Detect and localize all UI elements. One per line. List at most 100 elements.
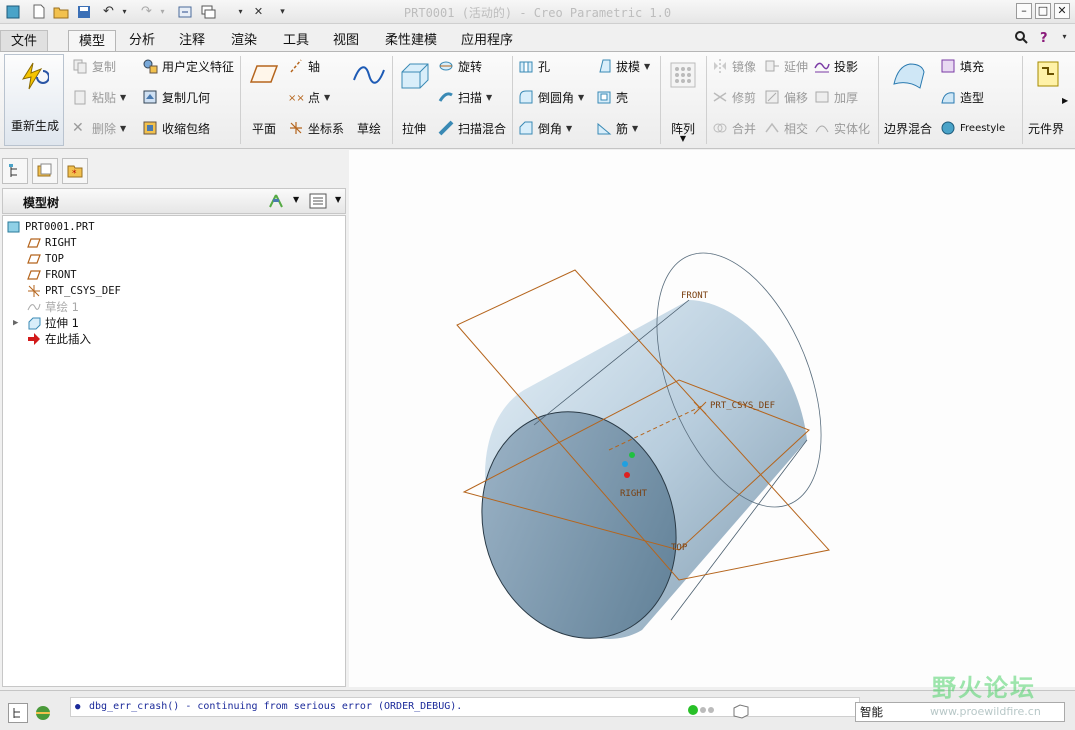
favorites-tab-icon[interactable]: * bbox=[62, 158, 88, 184]
tree-item-front[interactable]: FRONT bbox=[27, 267, 77, 283]
model-tree-title: 模型树 bbox=[23, 196, 60, 210]
offset-button[interactable]: 偏移 bbox=[764, 87, 808, 107]
creo-window: ↶ ▾ ↷ ▾ ▾ ✕ ▾ PRT0001 (活动的) - Creo Param… bbox=[0, 0, 1075, 730]
thicken-icon bbox=[814, 89, 830, 105]
shrinkwrap-button[interactable]: 收缩包络 bbox=[142, 118, 210, 138]
fill-button[interactable]: 填充 bbox=[940, 56, 984, 76]
tree-item-right[interactable]: RIGHT bbox=[27, 235, 77, 251]
hole-button[interactable]: 孔 bbox=[518, 56, 550, 76]
merge-icon bbox=[712, 120, 728, 136]
show-navigator-icon[interactable] bbox=[8, 703, 28, 723]
merge-label: 合并 bbox=[732, 121, 757, 136]
search-icon[interactable] bbox=[1012, 28, 1029, 45]
user-defined-feature-button[interactable]: 用户定义特征 bbox=[142, 56, 234, 76]
chamfer-label: 倒角 bbox=[538, 121, 563, 136]
browser-icon[interactable] bbox=[32, 703, 54, 723]
model-viewport[interactable]: FRONT PRT_CSYS_DEF RIGHT TOP bbox=[349, 150, 1075, 687]
copy-geometry-button[interactable]: 复制几何 bbox=[142, 87, 210, 107]
tab-file[interactable]: 文件 bbox=[0, 30, 48, 52]
sketch-button[interactable]: 草绘 bbox=[350, 56, 388, 144]
style-button[interactable]: 造型 bbox=[940, 87, 984, 107]
component-interface-button[interactable]: 元件界 bbox=[1026, 56, 1066, 144]
ribbon-scroll-right-icon[interactable]: ▶ bbox=[1062, 96, 1068, 105]
pattern-button[interactable]: 阵列 ▼ bbox=[664, 56, 702, 144]
extrude-button[interactable]: 拉伸 bbox=[396, 56, 432, 144]
chamfer-button[interactable]: 倒角 ▼ bbox=[518, 118, 572, 138]
csys-label: PRT_CSYS_DEF bbox=[710, 401, 775, 411]
selection-buffer-icon[interactable] bbox=[732, 703, 750, 722]
tree-item-part[interactable]: PRT0001.PRT bbox=[7, 219, 95, 235]
draft-button[interactable]: 拔模 ▼ bbox=[596, 56, 650, 76]
solidify-button[interactable]: 实体化 bbox=[814, 118, 870, 138]
tab-model[interactable]: 模型 bbox=[68, 30, 116, 52]
folder-browser-tab-icon[interactable] bbox=[32, 158, 58, 184]
expand-arrow-icon[interactable]: ▶ bbox=[13, 318, 27, 328]
tab-view[interactable]: 视图 bbox=[324, 30, 368, 52]
datum-plane-icon bbox=[27, 268, 41, 282]
axis-label: 轴 bbox=[308, 59, 321, 74]
tab-flexible-modeling[interactable]: 柔性建模 bbox=[378, 30, 444, 52]
close-button[interactable]: ✕ bbox=[1054, 3, 1070, 19]
shell-label: 壳 bbox=[616, 90, 629, 105]
round-button[interactable]: 倒圆角 ▼ bbox=[518, 87, 584, 107]
trim-label: 修剪 bbox=[732, 90, 757, 105]
tree-item-insert-here[interactable]: 在此插入 bbox=[27, 331, 91, 347]
trim-button[interactable]: 修剪 bbox=[712, 87, 756, 107]
boundary-blend-button[interactable]: 边界混合 bbox=[882, 56, 934, 144]
tree-columns-dropdown-icon[interactable]: ▼ bbox=[335, 195, 341, 204]
swept-blend-label: 扫描混合 bbox=[458, 121, 507, 136]
plane-button[interactable]: 平面 bbox=[246, 56, 282, 144]
tree-item-extrude[interactable]: ▶ 拉伸 1 bbox=[13, 315, 79, 331]
paste-button[interactable]: 粘贴 ▼ bbox=[72, 87, 126, 107]
tree-item-csys[interactable]: PRT_CSYS_DEF bbox=[27, 283, 121, 299]
offset-icon bbox=[764, 89, 780, 105]
swept-blend-button[interactable]: 扫描混合 bbox=[438, 118, 506, 138]
model-tree-tab-icon[interactable] bbox=[2, 158, 28, 184]
tree-columns-icon[interactable] bbox=[309, 193, 327, 212]
merge-button[interactable]: 合并 bbox=[712, 118, 756, 138]
csys-button[interactable]: 坐标系 bbox=[288, 118, 344, 138]
extend-button[interactable]: 延伸 bbox=[764, 56, 808, 76]
delete-label: 删除 bbox=[92, 121, 117, 136]
sketch-icon bbox=[27, 300, 41, 314]
tree-item-label: 拉伸 1 bbox=[45, 316, 79, 330]
delete-button[interactable]: ✕ 删除 ▼ bbox=[72, 118, 126, 138]
project-button[interactable]: 投影 bbox=[814, 56, 858, 76]
help-dropdown-icon[interactable]: ▾ bbox=[1056, 28, 1073, 45]
trim-icon bbox=[712, 89, 728, 105]
point-button[interactable]: ×× 点 ▼ bbox=[288, 87, 330, 107]
status-message: dbg_err_crash() - continuing from seriou… bbox=[89, 701, 463, 712]
tab-render[interactable]: 渲染 bbox=[222, 30, 266, 52]
tree-settings-dropdown-icon[interactable]: ▼ bbox=[293, 195, 299, 204]
sweep-button[interactable]: 扫描 ▼ bbox=[438, 87, 492, 107]
project-label: 投影 bbox=[834, 59, 859, 74]
maximize-button[interactable]: □ bbox=[1035, 3, 1051, 19]
shell-button[interactable]: 壳 bbox=[596, 87, 628, 107]
axis-button[interactable]: 轴 bbox=[288, 56, 320, 76]
extrude-icon bbox=[401, 63, 429, 89]
revolve-icon bbox=[438, 58, 454, 74]
tab-tools[interactable]: 工具 bbox=[274, 30, 318, 52]
intersect-button[interactable]: 相交 bbox=[764, 118, 808, 138]
freestyle-button[interactable]: Freestyle bbox=[940, 118, 1005, 138]
copy-button[interactable]: 复制 bbox=[72, 56, 116, 76]
style-icon bbox=[940, 89, 956, 105]
graphics-window[interactable]: FRONT PRT_CSYS_DEF RIGHT TOP bbox=[349, 150, 1075, 687]
udf-icon bbox=[142, 58, 158, 74]
thicken-button[interactable]: 加厚 bbox=[814, 87, 858, 107]
regenerate-button[interactable]: 重新生成 bbox=[4, 54, 64, 146]
mirror-button[interactable]: 镜像 bbox=[712, 56, 756, 76]
minimize-button[interactable]: – bbox=[1016, 3, 1032, 19]
intersect-label: 相交 bbox=[784, 121, 809, 136]
tab-analysis[interactable]: 分析 bbox=[120, 30, 164, 52]
help-icon[interactable]: ? bbox=[1036, 28, 1053, 45]
tree-settings-icon[interactable] bbox=[267, 193, 285, 212]
pattern-dropdown-icon[interactable]: ▼ bbox=[664, 134, 702, 143]
tab-applications[interactable]: 应用程序 bbox=[454, 30, 520, 52]
rib-button[interactable]: 筋 ▼ bbox=[596, 118, 638, 138]
plane-label: 平面 bbox=[251, 122, 276, 136]
tree-item-sketch[interactable]: 草绘 1 bbox=[27, 299, 79, 315]
tab-annotate[interactable]: 注释 bbox=[170, 30, 214, 52]
tree-item-top[interactable]: TOP bbox=[27, 251, 64, 267]
revolve-button[interactable]: 旋转 bbox=[438, 56, 482, 76]
